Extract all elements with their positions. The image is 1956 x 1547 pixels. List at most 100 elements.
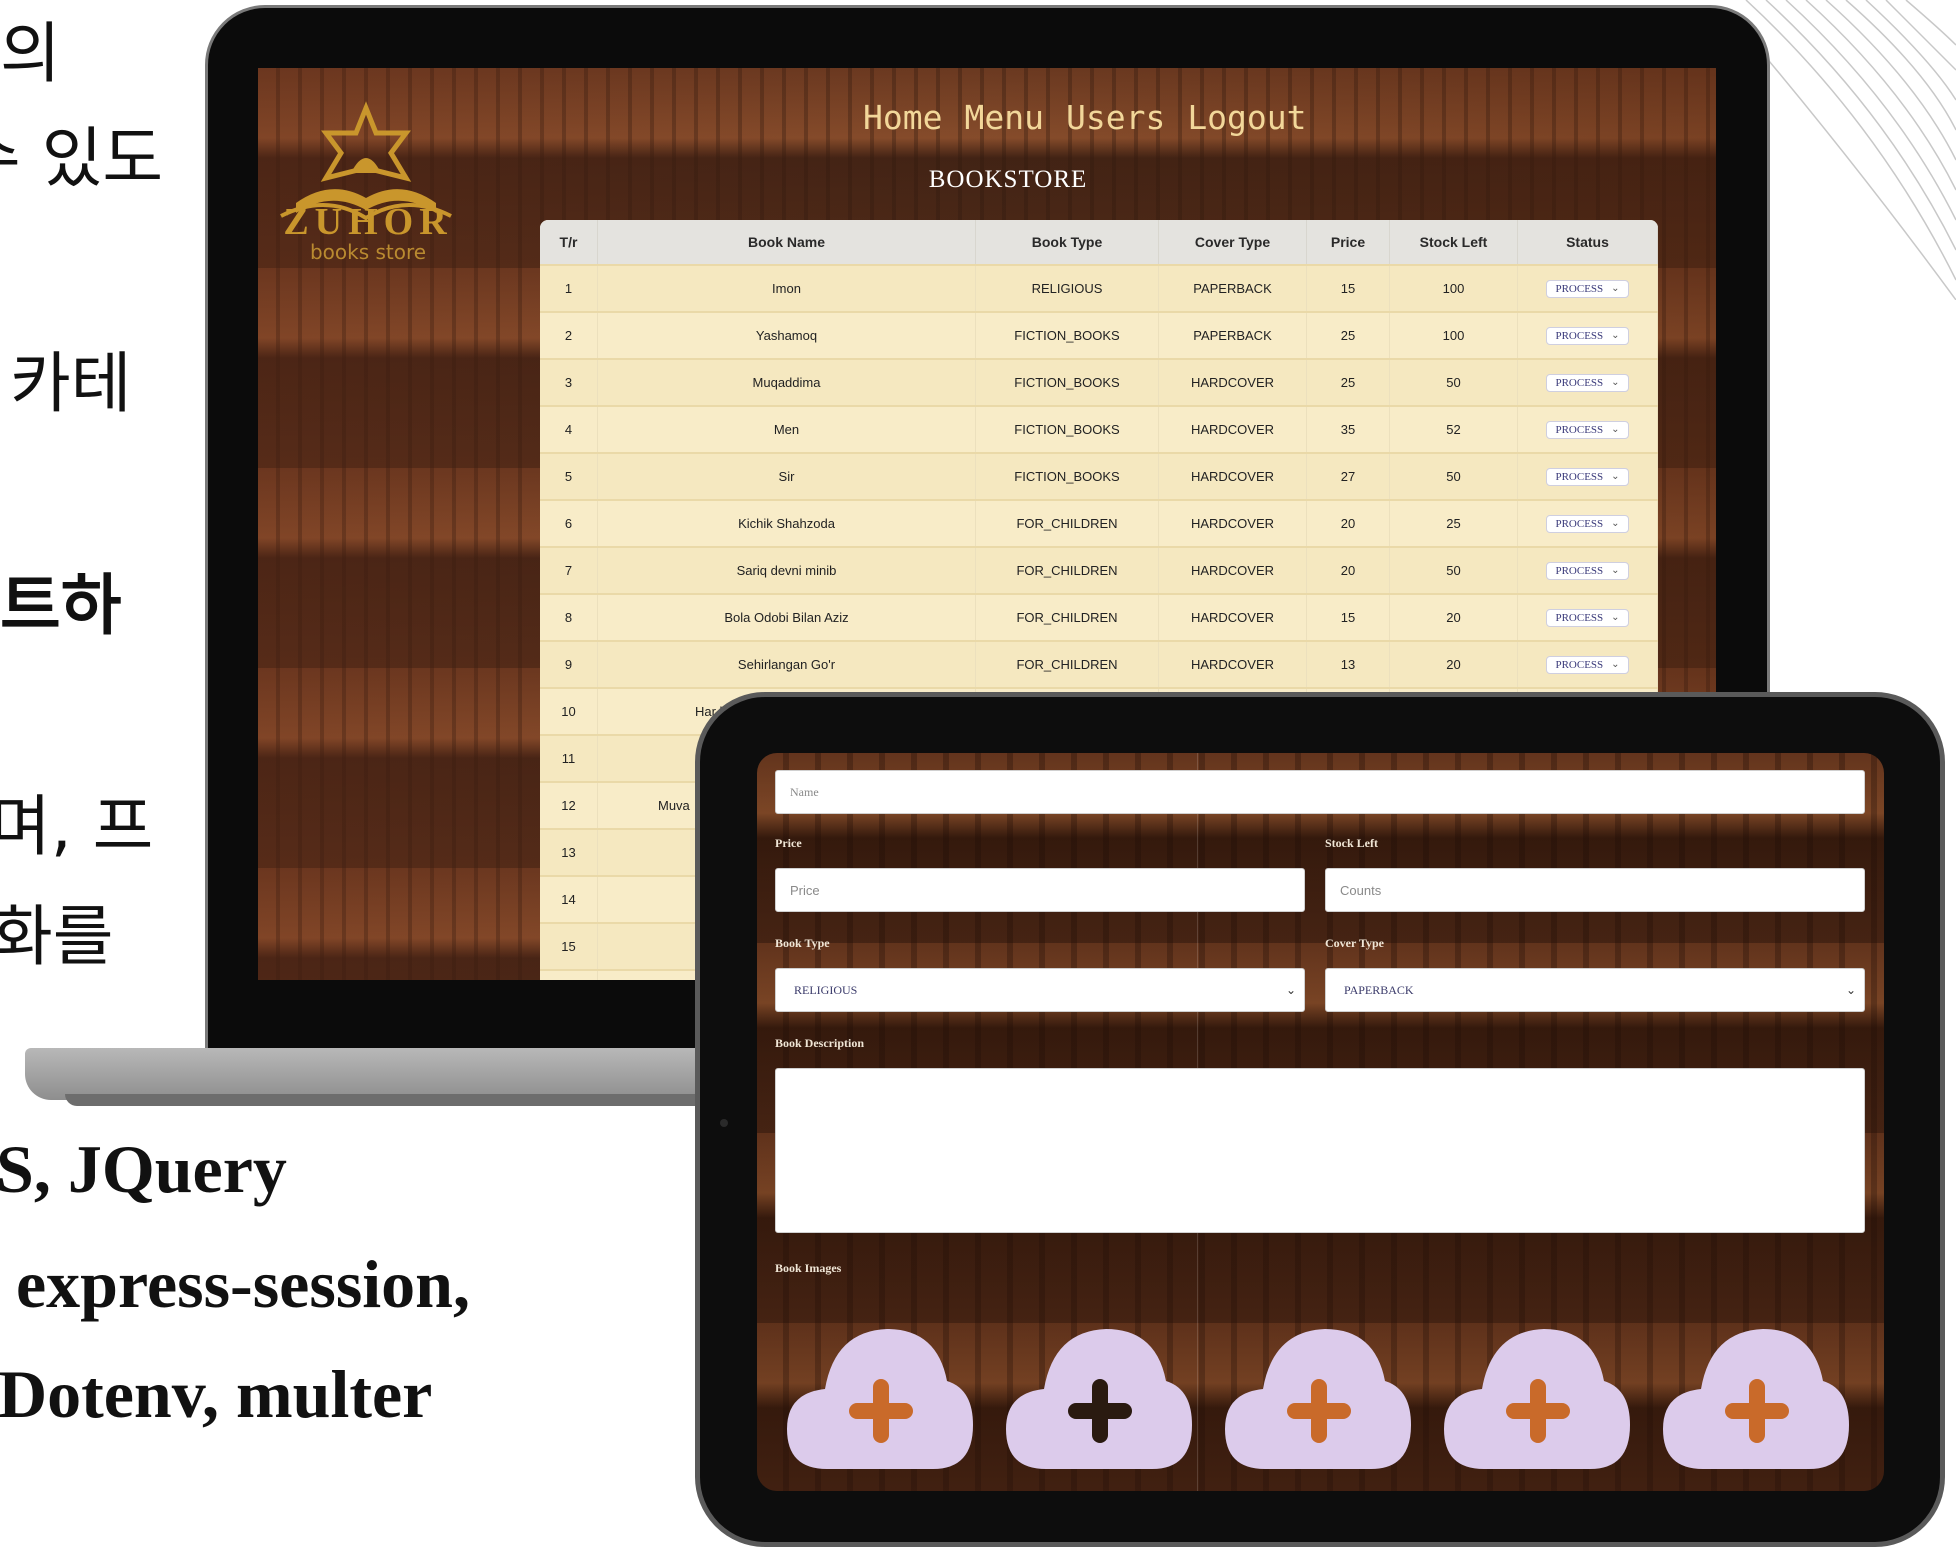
- cell-price: 15: [1306, 264, 1390, 312]
- cell-status: PROCESS ⌄: [1517, 311, 1658, 359]
- cell-book-type: FOR_CHILDREN: [975, 640, 1159, 688]
- cell-book-type: FICTION_BOOKS: [975, 358, 1159, 406]
- cell-status: PROCESS ⌄: [1517, 452, 1658, 500]
- side-text-2: 수 있도: [0, 120, 164, 197]
- cloud-plus-icon[interactable]: [787, 1321, 973, 1471]
- cell-tr: 14: [540, 875, 598, 923]
- side-text-5: 며, 프: [0, 788, 154, 865]
- stock-input[interactable]: Counts: [1325, 868, 1865, 912]
- cloud-plus-icon[interactable]: [1225, 1321, 1411, 1471]
- status-value: PROCESS: [1555, 611, 1604, 624]
- cell-cover-type: HARDCOVER: [1158, 499, 1307, 547]
- book-description-textarea[interactable]: [775, 1068, 1865, 1233]
- book-description-label: Book Description: [775, 1036, 865, 1050]
- cell-status: PROCESS ⌄: [1517, 358, 1658, 406]
- cover-type-value: PAPERBACK: [1344, 982, 1414, 997]
- cell-cover-type: HARDCOVER: [1158, 546, 1307, 594]
- cell-tr: 4: [540, 405, 598, 453]
- status-select[interactable]: PROCESS ⌄: [1546, 373, 1629, 392]
- side-text-3: 카테: [10, 345, 132, 422]
- cell-stock-left: 50: [1389, 546, 1518, 594]
- cell-book-type: FOR_CHILDREN: [975, 546, 1159, 594]
- chevron-down-icon: ⌄: [1611, 424, 1620, 435]
- side-text-6: 화를: [0, 898, 114, 975]
- table-row: 4 Men FICTION_BOOKS HARDCOVER 35 52 PROCESS ⌄: [540, 405, 1658, 453]
- stock-left-label: Stock Left: [1325, 836, 1378, 850]
- cover-type-select[interactable]: PAPERBACK ⌄: [1325, 968, 1865, 1012]
- cloud-plus-icon[interactable]: [1663, 1321, 1849, 1471]
- chevron-down-icon: ⌄: [1611, 377, 1620, 388]
- tech-line-1: S, JQuery: [0, 1131, 287, 1207]
- chevron-down-icon: ⌄: [1845, 982, 1856, 997]
- cell-price: 27: [1306, 452, 1390, 500]
- book-images-label: Book Images: [775, 1261, 842, 1275]
- status-select[interactable]: PROCESS ⌄: [1546, 420, 1629, 439]
- status-select[interactable]: PROCESS ⌄: [1546, 279, 1629, 298]
- cell-stock-left: 20: [1389, 593, 1518, 641]
- cell-book-type: FICTION_BOOKS: [975, 405, 1159, 453]
- cell-book-name: Imon: [597, 264, 976, 312]
- cell-tr: 11: [540, 734, 598, 782]
- tablet-camera: [720, 1119, 728, 1127]
- chevron-down-icon: ⌄: [1611, 659, 1620, 670]
- side-text-1: 의: [0, 15, 61, 92]
- cell-stock-left: 100: [1389, 311, 1518, 359]
- table-row: 1 Imon RELIGIOUS PAPERBACK 15 100 PROCESS ⌄: [540, 264, 1658, 312]
- cell-stock-left: 50: [1389, 452, 1518, 500]
- status-select[interactable]: PROCESS ⌄: [1546, 655, 1629, 674]
- cell-tr: 10: [540, 687, 598, 735]
- nav-users-link[interactable]: Users: [1066, 98, 1165, 137]
- chevron-down-icon: ⌄: [1611, 471, 1620, 482]
- cell-price: 20: [1306, 546, 1390, 594]
- status-select[interactable]: PROCESS ⌄: [1546, 326, 1629, 345]
- cell-stock-left: 52: [1389, 405, 1518, 453]
- table-header-row: T/r Book Name Book Type Cover Type Price…: [540, 220, 1658, 265]
- cell-tr: 9: [540, 640, 598, 688]
- status-select[interactable]: PROCESS ⌄: [1546, 514, 1629, 533]
- price-input[interactable]: Price: [775, 868, 1305, 912]
- cell-book-name: Bola Odobi Bilan Aziz: [597, 593, 976, 641]
- cell-book-name: Sariq devni minib: [597, 546, 976, 594]
- cell-status: PROCESS ⌄: [1517, 499, 1658, 547]
- logo-wordmark: ZUHOR: [283, 201, 453, 243]
- col-header-book-type: Book Type: [975, 220, 1159, 265]
- status-value: PROCESS: [1555, 658, 1604, 671]
- cell-status: PROCESS ⌄: [1517, 264, 1658, 312]
- status-select[interactable]: PROCESS ⌄: [1546, 561, 1629, 580]
- book-type-select[interactable]: RELIGIOUS ⌄: [775, 968, 1305, 1012]
- tech-line-2: express-session,: [16, 1246, 470, 1322]
- status-select[interactable]: PROCESS ⌄: [1546, 467, 1629, 486]
- cell-tr: 16: [540, 969, 598, 980]
- cell-stock-left: 50: [1389, 358, 1518, 406]
- nav-home-link[interactable]: Home: [863, 98, 942, 137]
- table-row: 3 Muqaddima FICTION_BOOKS HARDCOVER 25 50 PROC…: [540, 358, 1658, 406]
- cell-tr: 1: [540, 264, 598, 312]
- status-select[interactable]: PROCESS ⌄: [1546, 608, 1629, 627]
- status-value: PROCESS: [1555, 282, 1604, 295]
- cloud-plus-icon[interactable]: [1444, 1321, 1630, 1471]
- cell-price: 13: [1306, 640, 1390, 688]
- chevron-down-icon: ⌄: [1285, 982, 1296, 997]
- nav-logout-link[interactable]: Logout: [1187, 98, 1306, 137]
- cell-cover-type: HARDCOVER: [1158, 593, 1307, 641]
- nav-menu-link[interactable]: Menu: [964, 98, 1043, 137]
- cell-tr: 2: [540, 311, 598, 359]
- top-nav: Home Menu Users Logout: [863, 98, 1307, 137]
- image-upload-row: [787, 1321, 1849, 1471]
- cell-book-type: FOR_CHILDREN: [975, 499, 1159, 547]
- cell-status: PROCESS ⌄: [1517, 593, 1658, 641]
- cell-cover-type: HARDCOVER: [1158, 640, 1307, 688]
- name-input[interactable]: Name: [775, 770, 1865, 814]
- cell-book-name: Kichik Shahzoda: [597, 499, 976, 547]
- book-type-value: RELIGIOUS: [794, 982, 858, 997]
- cell-book-name: Yashamoq: [597, 311, 976, 359]
- book-type-label: Book Type: [775, 936, 830, 950]
- col-header-price: Price: [1306, 220, 1390, 265]
- cell-stock-left: 100: [1389, 264, 1518, 312]
- col-header-tr: T/r: [540, 220, 598, 265]
- cell-price: 20: [1306, 499, 1390, 547]
- cell-tr: 13: [540, 828, 598, 876]
- cloud-plus-icon[interactable]: [1006, 1321, 1192, 1471]
- table-row: 9 Sehirlangan Go'r FOR_CHILDREN HARDCOVER 13…: [540, 640, 1658, 688]
- cell-cover-type: HARDCOVER: [1158, 358, 1307, 406]
